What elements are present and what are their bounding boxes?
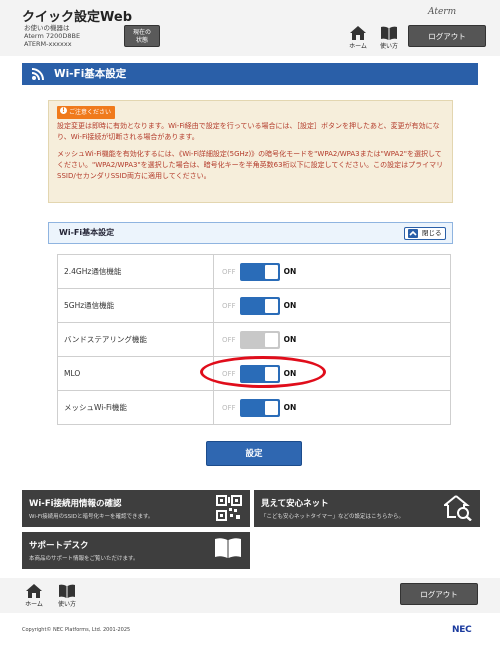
aterm-logo: Aterm	[428, 7, 457, 17]
exclamation-icon: !	[60, 107, 67, 114]
chevron-up-icon	[408, 229, 418, 238]
notice-text-2: メッシュWi-Fi機能を有効化するには、《Wi-Fi詳細設定(5GHz)》の暗号…	[57, 150, 444, 180]
book-icon	[215, 538, 241, 558]
current-status-button[interactable]: 現在の 状態	[124, 25, 160, 47]
section-header: Wi-Fi基本設定 閉じる	[48, 222, 453, 244]
copyright: Copyright© NEC Platforms, Ltd. 2001-2025	[22, 627, 131, 633]
page-title: Wi-Fi基本設定	[22, 63, 478, 85]
device-info: お使いの機器は Aterm 7200D8BE ATERM-xxxxxx	[24, 24, 80, 48]
help-label: 使い方	[379, 43, 398, 50]
safety-net-tile[interactable]: 見えて安心ネット 「こども安心ネットタイマー」などの設定はこちらから。	[254, 490, 480, 527]
device-info-model: Aterm 7200D8BE	[24, 32, 81, 40]
footer-logout-button[interactable]: ログアウト	[400, 583, 478, 605]
support-desk-tile[interactable]: サポートデスク 本商品のサポート情報をご覧いただけます。	[22, 532, 250, 569]
section-title: Wi-Fi基本設定	[59, 228, 115, 237]
toggle-24ghz[interactable]: OFF ON	[222, 262, 297, 281]
status-button-line1: 現在の	[132, 29, 151, 36]
notice-box: ! ご注意ください 設定変更は即時に有効となります。Wi-Fi経由で設定を行って…	[48, 100, 453, 203]
toggle-knob	[264, 400, 278, 415]
toggle-knob	[264, 298, 278, 313]
app-title: クイック設定Web	[22, 10, 132, 25]
apply-button[interactable]: 設定	[206, 441, 302, 466]
setting-value: OFF ON	[213, 254, 451, 289]
toggle-state: ON	[283, 301, 297, 310]
collapse-button[interactable]: 閉じる	[404, 227, 446, 240]
nec-logo: NEC	[452, 625, 472, 635]
setting-label-24ghz: 2.4GHz通信機能	[57, 254, 214, 289]
home-label: ホーム	[349, 43, 367, 50]
home-link[interactable]: ホーム	[346, 26, 370, 50]
notice-badge-text: ご注意ください	[69, 109, 112, 116]
toggle-track	[239, 296, 280, 315]
toggle-knob	[264, 264, 278, 279]
toggle-off-label: OFF	[222, 267, 236, 276]
help-link[interactable]: 使い方	[377, 26, 401, 50]
footer-help-link[interactable]: 使い方	[55, 584, 79, 608]
logout-button[interactable]: ログアウト	[408, 25, 486, 47]
footer-home-link[interactable]: ホーム	[22, 584, 46, 608]
device-info-line: お使いの機器は	[24, 24, 70, 32]
toggle-track	[239, 398, 280, 417]
table-row: 5GHz通信機能 OFF ON	[57, 288, 451, 323]
setting-value: OFF ON	[213, 322, 451, 357]
help-label: 使い方	[57, 601, 76, 608]
qr-code-icon	[216, 495, 242, 521]
setting-label-band-steering: バンドステアリング機能	[57, 322, 214, 357]
header: クイック設定Web お使いの機器は Aterm 7200D8BE ATERM-x…	[0, 0, 500, 56]
home-icon	[350, 26, 366, 40]
book-icon	[381, 26, 397, 40]
table-row: 2.4GHz通信機能 OFF ON	[57, 254, 451, 289]
toggle-off-label: OFF	[222, 403, 236, 412]
device-info-ssid: ATERM-xxxxxx	[24, 40, 72, 48]
wifi-info-tile[interactable]: Wi-Fi接続用情報の確認 Wi-Fi接続用のSSIDと暗号化キーを確認できます…	[22, 490, 250, 527]
toggle-state: ON	[283, 403, 297, 412]
book-icon	[59, 584, 75, 598]
toggle-track	[239, 330, 280, 349]
notice-text-1: 設定変更は即時に有効となります。Wi-Fi経由で設定を行っている場合には、［設定…	[57, 122, 440, 141]
toggle-track	[239, 262, 280, 281]
toggle-5ghz[interactable]: OFF ON	[222, 296, 297, 315]
setting-label-mesh: メッシュWi-Fi機能	[57, 390, 214, 425]
setting-value: OFF ON	[213, 288, 451, 323]
toggle-band-steering: OFF ON	[222, 330, 297, 349]
toggle-state: ON	[283, 335, 297, 344]
footer-bar: ホーム 使い方 ログアウト	[0, 578, 500, 613]
setting-label-5ghz: 5GHz通信機能	[57, 288, 214, 323]
table-row: バンドステアリング機能 OFF ON	[57, 322, 451, 357]
toggle-knob	[264, 332, 278, 347]
collapse-label: 閉じる	[422, 229, 442, 237]
table-row: メッシュWi-Fi機能 OFF ON	[57, 390, 451, 425]
setting-label-mlo: MLO	[57, 356, 214, 391]
home-label: ホーム	[25, 601, 43, 608]
page-title-text: Wi-Fi基本設定	[54, 68, 127, 80]
status-button-line2: 状態	[135, 37, 148, 44]
toggle-mesh[interactable]: OFF ON	[222, 398, 297, 417]
settings-table: 2.4GHz通信機能 OFF ON 5GHz通信機能 OFF ON バンドステア…	[57, 254, 451, 425]
toggle-off-label: OFF	[222, 301, 236, 310]
home-icon	[26, 584, 42, 598]
notice-badge: ! ご注意ください	[57, 106, 116, 119]
toggle-off-label: OFF	[222, 335, 236, 344]
wifi-icon	[31, 68, 44, 81]
highlight-annotation	[200, 356, 326, 388]
setting-value: OFF ON	[213, 390, 451, 425]
toggle-state: ON	[283, 267, 297, 276]
house-search-icon	[444, 495, 472, 521]
